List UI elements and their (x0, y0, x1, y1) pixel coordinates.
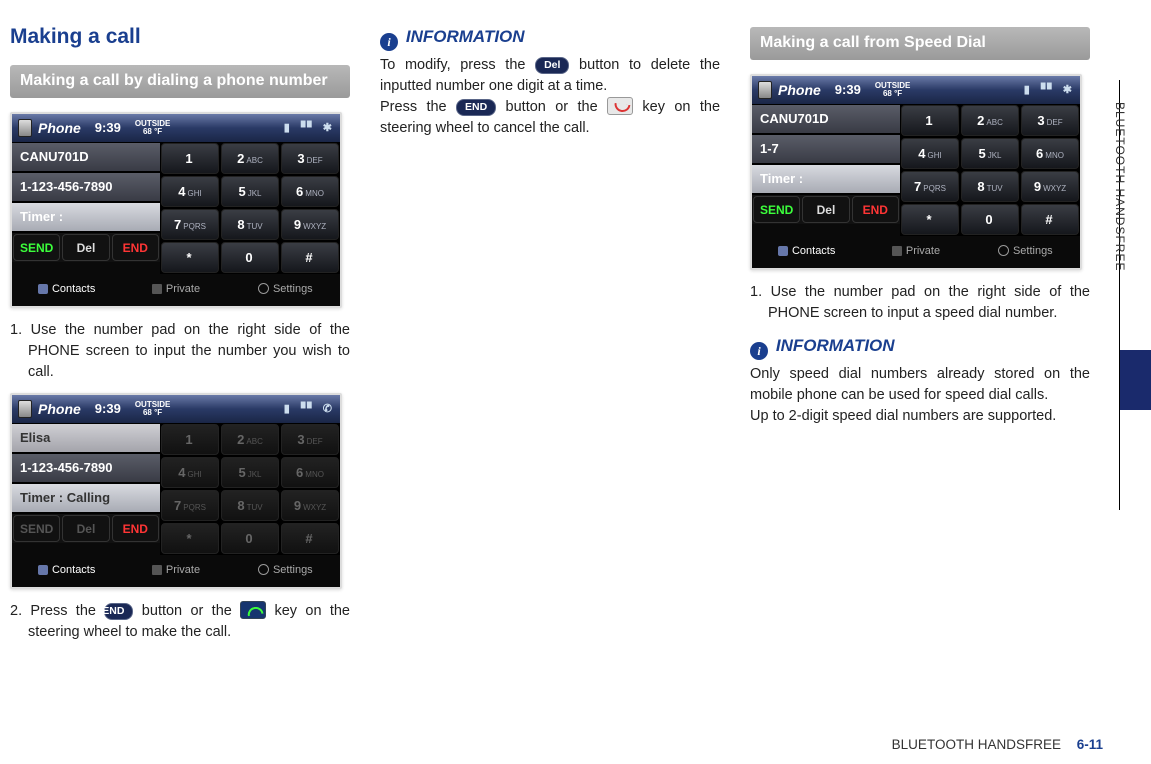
end-button[interactable]: END (112, 515, 159, 542)
information-heading: INFORMATION (406, 27, 525, 46)
side-tab: BLUETOOTH HANDSFREE (1119, 80, 1151, 510)
page-footer: BLUETOOTH HANDSFREE 6-11 (892, 737, 1103, 752)
tab-contacts[interactable]: Contacts (12, 557, 121, 583)
timer-row: Timer : (752, 164, 900, 194)
info-icon: i (380, 33, 398, 51)
del-button[interactable]: Del (62, 234, 109, 261)
send-button[interactable]: SEND (753, 196, 800, 223)
phone-icon (18, 119, 32, 137)
tab-settings: Settings (231, 557, 340, 583)
phone-titlebar: Phone 9:39 OUTSIDE68 °F ▮ ▝▘ ✱ (12, 114, 340, 142)
clock: 9:39 (95, 120, 121, 135)
phone-icon (758, 81, 772, 99)
dialed-number: 1-123-456-7890 (12, 172, 160, 202)
inline-del-button: Del (535, 57, 569, 74)
outside-temp: OUTSIDE68 °F (135, 120, 171, 136)
keypad[interactable]: 12ABC3DEF 4GHI5JKL6MNO 7PQRS8TUV9WXYZ *0… (160, 142, 340, 274)
steering-call-key-icon (240, 601, 266, 619)
private-icon (892, 246, 902, 256)
section-heading-dial-number: Making a call by dialing a phone number (10, 65, 350, 98)
phone-screenshot-dial: Phone 9:39 OUTSIDE68 °F ▮ ▝▘ ✱ CANU701D … (10, 112, 342, 308)
information-block-2: i INFORMATION (750, 336, 1090, 360)
settings-icon (258, 564, 269, 575)
clock: 9:39 (95, 401, 121, 416)
inline-send-button: SEND (104, 603, 133, 620)
step-1-text: 1. Use the number pad on the right side … (10, 320, 350, 383)
private-icon (152, 565, 162, 575)
contact-name: Elisa (12, 423, 160, 453)
contacts-icon (38, 565, 48, 575)
information-block: i INFORMATION (380, 27, 720, 51)
phone-title: Phone (778, 82, 821, 98)
contacts-icon (778, 246, 788, 256)
del-button[interactable]: Del (802, 196, 849, 223)
paired-device: CANU701D (12, 142, 160, 172)
speed-dial-number: 1-7 (752, 134, 900, 164)
send-button: SEND (13, 515, 60, 542)
page-title: Making a call (10, 25, 350, 49)
contacts-icon (38, 284, 48, 294)
status-icons: ▮ ▝▘ ✱ (1024, 83, 1074, 96)
tab-contacts[interactable]: Contacts (12, 276, 121, 302)
timer-row: Timer : (12, 202, 160, 232)
side-tab-label: BLUETOOTH HANDSFREE (1113, 102, 1127, 271)
private-icon (152, 284, 162, 294)
end-button[interactable]: END (852, 196, 899, 223)
tab-settings[interactable]: Settings (231, 276, 340, 302)
phone-screenshot-calling: Phone 9:39 OUTSIDE68 °F ▮ ▝▘ ✆ Elisa 1-1… (10, 393, 342, 589)
del-button: Del (62, 515, 109, 542)
phone-title: Phone (38, 120, 81, 136)
inline-end-button: END (456, 99, 496, 116)
phone-title: Phone (38, 401, 81, 417)
information-heading: INFORMATION (776, 336, 895, 355)
timer-calling: Timer : Calling (12, 483, 160, 513)
steering-hangup-key-icon (607, 97, 633, 115)
side-tab-marker (1120, 350, 1151, 410)
dialed-number: 1-123-456-7890 (12, 453, 160, 483)
tab-private: Private (121, 557, 230, 583)
info-icon: i (750, 342, 768, 360)
tab-private[interactable]: Private (861, 238, 970, 264)
paired-device: CANU701D (752, 104, 900, 134)
outside-temp: OUTSIDE68 °F (135, 401, 171, 417)
keypad-disabled: 12ABC3DEF 4GHI5JKL6MNO 7PQRS8TUV9WXYZ *0… (160, 423, 340, 555)
phone-icon (18, 400, 32, 418)
section-heading-speed-dial: Making a call from Speed Dial (750, 27, 1090, 60)
page-number: 6-11 (1077, 737, 1103, 752)
outside-temp: OUTSIDE68 °F (875, 82, 911, 98)
clock: 9:39 (835, 82, 861, 97)
status-icons: ▮ ▝▘ ✆ (284, 402, 334, 415)
info-speed-dial-text-2: Up to 2-digit speed dial numbers are sup… (750, 406, 1090, 427)
tab-contacts[interactable]: Contacts (752, 238, 861, 264)
status-icons: ▮ ▝▘ ✱ (284, 121, 334, 134)
settings-icon (998, 245, 1009, 256)
send-button[interactable]: SEND (13, 234, 60, 261)
end-button[interactable]: END (112, 234, 159, 261)
tab-private[interactable]: Private (121, 276, 230, 302)
phone-screenshot-speed-dial: Phone 9:39 OUTSIDE68 °F ▮ ▝▘ ✱ CANU701D … (750, 74, 1082, 270)
tab-settings[interactable]: Settings (971, 238, 1080, 264)
settings-icon (258, 283, 269, 294)
info-line-1: To modify, press the Del button to delet… (380, 55, 720, 97)
keypad[interactable]: 12ABC3DEF 4GHI5JKL6MNO 7PQRS8TUV9WXYZ *0… (900, 104, 1080, 236)
info-line-2: Press the END button or the key on the s… (380, 97, 720, 139)
info-speed-dial-text-1: Only speed dial numbers already stored o… (750, 364, 1090, 406)
footer-section: BLUETOOTH HANDSFREE (892, 737, 1061, 752)
step-2-text: 2. Press the SEND button or the key on t… (10, 601, 350, 643)
speed-dial-step-1: 1. Use the number pad on the right side … (750, 282, 1090, 324)
